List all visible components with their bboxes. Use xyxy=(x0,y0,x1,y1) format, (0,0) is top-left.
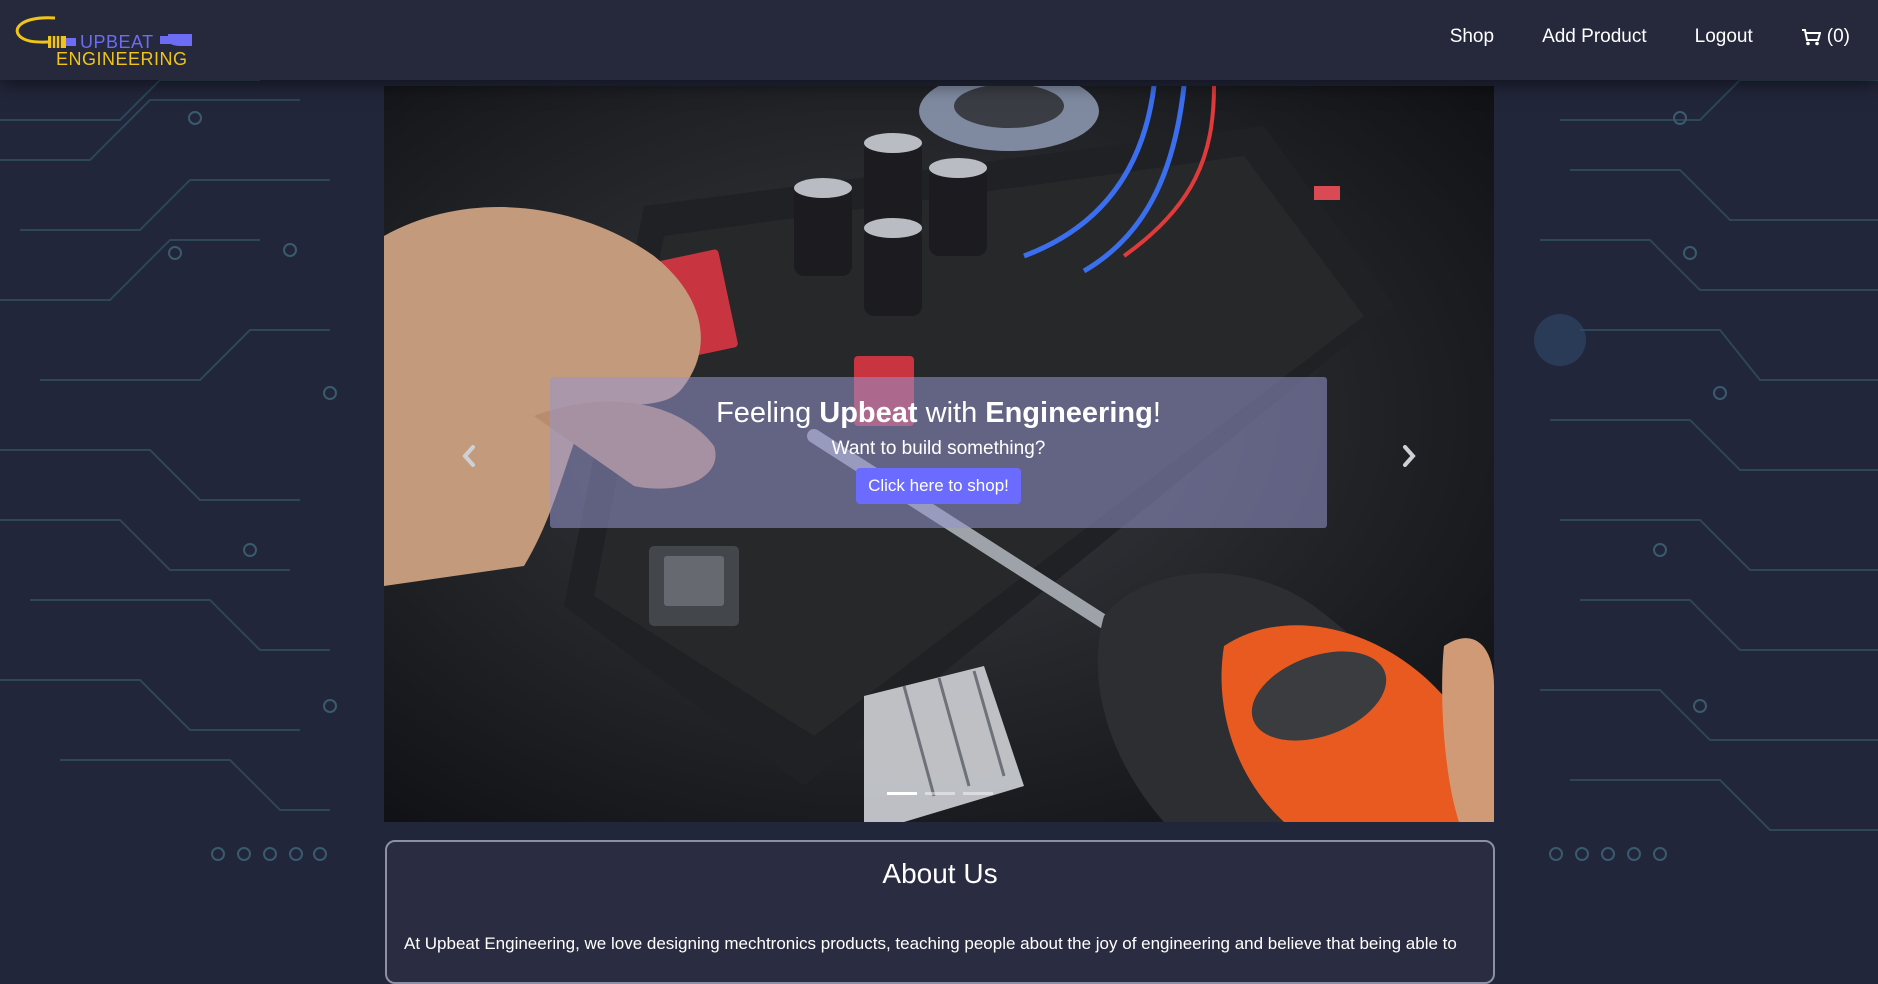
brand-line2: ENGINEERING xyxy=(56,49,188,69)
caption-title: Feeling Upbeat with Engineering! xyxy=(550,397,1327,430)
caption-subtitle: Want to build something? xyxy=(831,438,1046,459)
carousel-indicator-1[interactable] xyxy=(887,792,917,795)
caption-title-with: with xyxy=(917,397,986,429)
carousel-indicators xyxy=(887,792,993,795)
about-title: About Us xyxy=(882,858,998,889)
chevron-left-icon xyxy=(462,445,475,467)
caption-title-upbeat: Upbeat xyxy=(819,397,918,429)
nav-logout[interactable]: Logout xyxy=(1695,26,1753,48)
carousel-indicator-3[interactable] xyxy=(963,792,993,795)
nav-links: Shop Add Product Logout (0) xyxy=(1450,26,1850,48)
cart-count: (0) xyxy=(1826,26,1850,47)
about-text: At Upbeat Engineering, we love designing… xyxy=(404,934,1457,953)
caption-title-text: Feeling xyxy=(716,397,820,429)
caption-title-engineering: Engineering xyxy=(985,397,1153,429)
caption-title-excl: ! xyxy=(1152,397,1161,429)
nav-cart[interactable]: (0) xyxy=(1801,26,1850,48)
carousel-prev-button[interactable] xyxy=(449,436,489,476)
carousel-indicator-2[interactable] xyxy=(925,792,955,795)
carousel-next-button[interactable] xyxy=(1389,436,1429,476)
cart-icon xyxy=(1801,29,1821,46)
navbar: UPBEAT ENGINEERING Shop Add Product Logo… xyxy=(0,0,1878,80)
shop-cta-button[interactable]: Click here to shop! xyxy=(856,468,1021,504)
nav-add-product[interactable]: Add Product xyxy=(1542,26,1647,48)
carousel-caption: Feeling Upbeat with Engineering! Want to… xyxy=(550,377,1327,528)
nav-shop[interactable]: Shop xyxy=(1450,26,1494,48)
brand-logo[interactable]: UPBEAT ENGINEERING xyxy=(10,12,200,72)
hero-carousel: Feeling Upbeat with Engineering! Want to… xyxy=(384,86,1494,822)
chevron-right-icon xyxy=(1403,445,1416,467)
about-section: About Us At Upbeat Engineering, we love … xyxy=(385,840,1495,984)
